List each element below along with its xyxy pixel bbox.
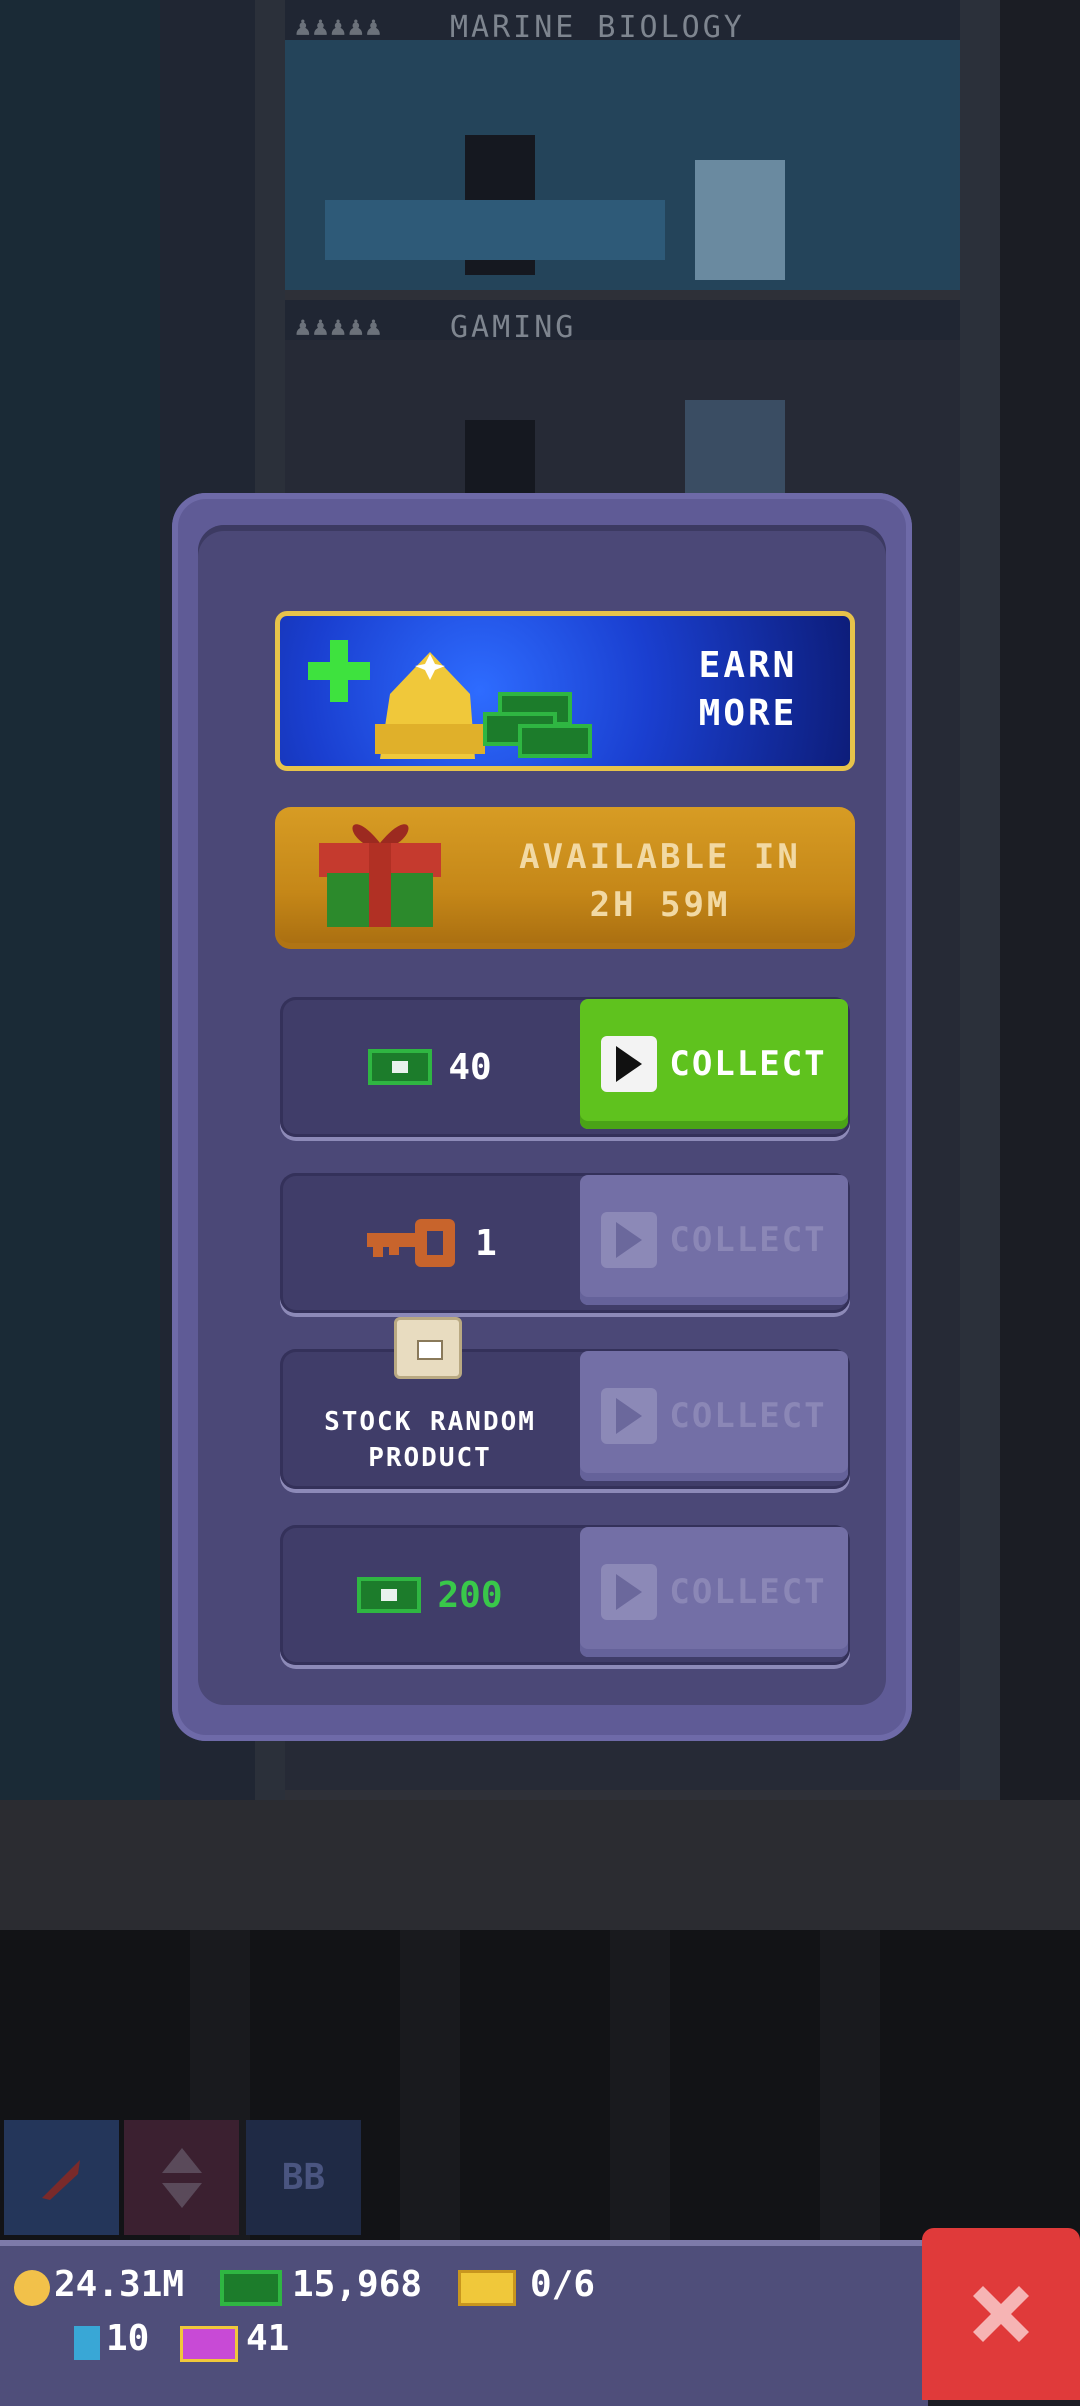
reward-info: 200 [280, 1525, 580, 1665]
earn-more-label-line1: EARN [698, 645, 798, 686]
reward-value: 200 [437, 1574, 503, 1616]
collect-button-label: COLLECT [669, 1572, 827, 1612]
stock-label-line1: STOCK RANDOM [324, 1407, 536, 1437]
floor-residents-icons: ♟♟♟♟♟ [295, 312, 384, 342]
elevator-tool-button[interactable] [124, 2120, 239, 2235]
play-video-icon [601, 1564, 658, 1620]
gift-timer-line1: AVAILABLE IN [519, 837, 801, 877]
floor-label-marine-biology: MARINE BIOLOGY [450, 10, 745, 45]
tickets-count: 0/6 [530, 2264, 596, 2305]
elevator-shaft [610, 1930, 670, 2240]
coins-count: 24.31M [54, 2264, 185, 2305]
reward-info: 1 [280, 1173, 580, 1313]
close-button[interactable] [922, 2228, 1080, 2400]
coin-icon [14, 2270, 50, 2306]
collect-button-label: COLLECT [669, 1044, 827, 1084]
elevator-shaft [820, 1930, 880, 2240]
gift-timer-line2: 2H 59M [589, 885, 731, 925]
earn-more-button[interactable]: EARN MORE [275, 611, 855, 771]
reward-row-key-1: 1 COLLECT [280, 1173, 850, 1313]
key-count-icon [74, 2326, 100, 2360]
reward-row-stock-product: STOCK RANDOM PRODUCT COLLECT [280, 1317, 850, 1489]
reward-value: 1 [475, 1222, 497, 1264]
cash-icon [357, 1577, 422, 1613]
elevator-shaft [400, 1930, 460, 2240]
collect-button[interactable]: COLLECT [580, 1351, 848, 1481]
coins-and-cash-icon [308, 640, 592, 759]
status-bar: 24.31M 15,968 0/6 10 41 [0, 2240, 928, 2406]
collect-button[interactable]: COLLECT [580, 1527, 848, 1657]
reward-row-bux-200: 200 COLLECT [280, 1525, 850, 1665]
gift-icon [319, 824, 441, 927]
golden-ticket-icon [180, 2326, 238, 2362]
rocket-icon [41, 2159, 80, 2200]
bux-count: 15,968 [292, 2264, 423, 2305]
floor-label-gaming: GAMING [450, 310, 577, 345]
box-icon [394, 1317, 462, 1379]
tower-frame-right [960, 0, 1000, 1800]
play-video-icon [601, 1212, 658, 1268]
collect-button-label: COLLECT [669, 1220, 827, 1260]
bux-icon [220, 2270, 282, 2306]
play-video-icon [601, 1388, 658, 1444]
close-icon [973, 2286, 1029, 2342]
reward-info: 40 [280, 997, 580, 1137]
play-video-icon [601, 1036, 658, 1092]
collect-button-label: COLLECT [669, 1396, 827, 1436]
cash-icon [368, 1049, 433, 1085]
key-icon [367, 1219, 456, 1267]
golden-tickets-count: 41 [246, 2318, 290, 2359]
rewards-modal: EARN MORE AVAILABLE IN 2H 59M 40 COLLECT… [172, 493, 912, 1741]
reward-value: 40 [448, 1046, 492, 1088]
ticket-icon [458, 2270, 516, 2306]
reward-row-bux-40: 40 COLLECT [280, 997, 850, 1137]
earn-more-label: EARN MORE [648, 642, 848, 738]
bitbook-icon: BB [281, 2157, 326, 2198]
collect-button[interactable]: COLLECT [580, 1175, 848, 1305]
up-down-arrows-icon [161, 2147, 202, 2208]
ground-lobby [0, 1800, 1080, 1930]
collect-button[interactable]: COLLECT [580, 999, 848, 1129]
daily-gift-button[interactable]: AVAILABLE IN 2H 59M [275, 807, 855, 949]
aquarium-tank [695, 160, 785, 280]
lab-desk [325, 200, 665, 260]
floor-marine-biology[interactable] [285, 40, 960, 300]
stock-product-label: STOCK RANDOM PRODUCT [280, 1404, 580, 1476]
gift-timer-label: AVAILABLE IN 2H 59M [475, 833, 845, 929]
floor-residents-icons: ♟♟♟♟♟ [295, 12, 384, 42]
bitbook-button[interactable]: BB [246, 2120, 361, 2235]
stock-label-line2: PRODUCT [368, 1443, 492, 1473]
arcade-machine [685, 400, 785, 500]
earn-more-label-line2: MORE [698, 693, 798, 734]
build-tool-button[interactable] [4, 2120, 119, 2235]
rewards-modal-panel: EARN MORE AVAILABLE IN 2H 59M 40 COLLECT… [198, 525, 886, 1705]
keys-count: 10 [106, 2318, 150, 2359]
